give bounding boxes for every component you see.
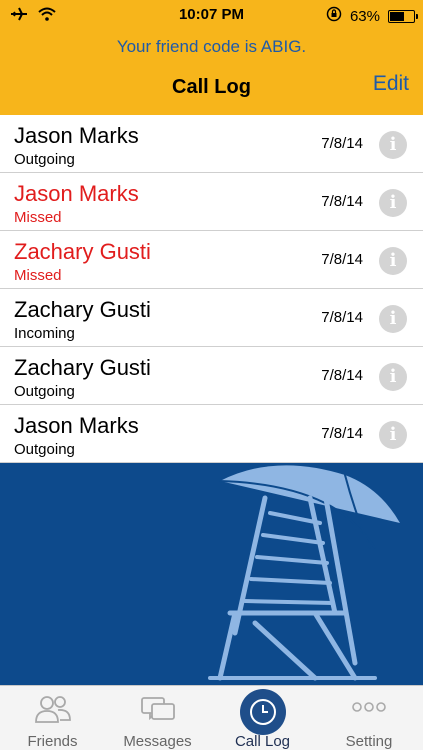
call-date: 7/8/14 <box>321 367 363 384</box>
tab-label: Call Log <box>234 733 291 750</box>
beach-chair-umbrella-icon <box>208 465 400 681</box>
call-type: Missed <box>14 209 62 226</box>
call-type: Outgoing <box>14 151 75 168</box>
call-row[interactable]: Zachary Gusti Missed 7/8/14 i <box>0 231 423 289</box>
call-log-list: Jason Marks Outgoing 7/8/14 i Jason Mark… <box>0 115 423 463</box>
call-type: Missed <box>14 267 62 284</box>
tab-friends[interactable]: Friends <box>0 686 105 750</box>
rotation-lock-icon <box>326 6 342 26</box>
info-icon[interactable]: i <box>379 421 407 449</box>
call-date: 7/8/14 <box>321 309 363 326</box>
call-row[interactable]: Jason Marks Missed 7/8/14 i <box>0 173 423 231</box>
call-row[interactable]: Zachary Gusti Outgoing 7/8/14 i <box>0 347 423 405</box>
contact-name: Jason Marks <box>14 123 139 148</box>
info-icon[interactable]: i <box>379 131 407 159</box>
header-bar: 10:07 PM 63% Your friend code is ABIG. C… <box>0 0 423 115</box>
contact-name: Zachary Gusti <box>14 355 151 380</box>
call-date: 7/8/14 <box>321 193 363 210</box>
info-icon[interactable]: i <box>379 305 407 333</box>
status-bar: 10:07 PM 63% <box>0 0 423 30</box>
call-type: Incoming <box>14 325 75 342</box>
call-date: 7/8/14 <box>321 251 363 268</box>
info-icon[interactable]: i <box>379 247 407 275</box>
tab-call-log[interactable]: Call Log <box>210 686 315 750</box>
people-icon <box>34 694 72 729</box>
empty-area-background <box>0 463 423 685</box>
more-dots-icon <box>352 700 386 718</box>
clock-icon <box>239 689 286 735</box>
call-type: Outgoing <box>14 383 75 400</box>
info-icon[interactable]: i <box>379 189 407 217</box>
battery-icon <box>388 9 418 23</box>
tab-label: Setting <box>345 733 393 750</box>
chat-bubbles-icon <box>140 696 176 729</box>
info-icon[interactable]: i <box>379 363 407 391</box>
contact-name: Jason Marks <box>14 413 139 438</box>
tab-setting[interactable]: Setting <box>315 686 423 750</box>
status-right: 63% <box>326 6 418 26</box>
call-date: 7/8/14 <box>321 135 363 152</box>
call-row[interactable]: Jason Marks Outgoing 7/8/14 i <box>0 115 423 173</box>
contact-name: Zachary Gusti <box>14 297 151 322</box>
contact-name: Jason Marks <box>14 181 139 206</box>
friend-code-text: Your friend code is ABIG. <box>116 37 307 56</box>
tab-label: Friends <box>27 733 78 750</box>
page-title: Call Log <box>172 76 251 98</box>
tab-messages[interactable]: Messages <box>105 686 210 750</box>
tab-bar: Friends Messages Call Log Setting <box>0 685 423 750</box>
call-date: 7/8/14 <box>321 425 363 442</box>
call-row[interactable]: Zachary Gusti Incoming 7/8/14 i <box>0 289 423 347</box>
battery-percent: 63% <box>349 7 380 25</box>
tab-label: Messages <box>123 733 192 750</box>
call-row[interactable]: Jason Marks Outgoing 7/8/14 i <box>0 405 423 463</box>
contact-name: Zachary Gusti <box>14 239 151 264</box>
edit-button[interactable]: Edit <box>373 72 409 96</box>
call-type: Outgoing <box>14 441 75 458</box>
